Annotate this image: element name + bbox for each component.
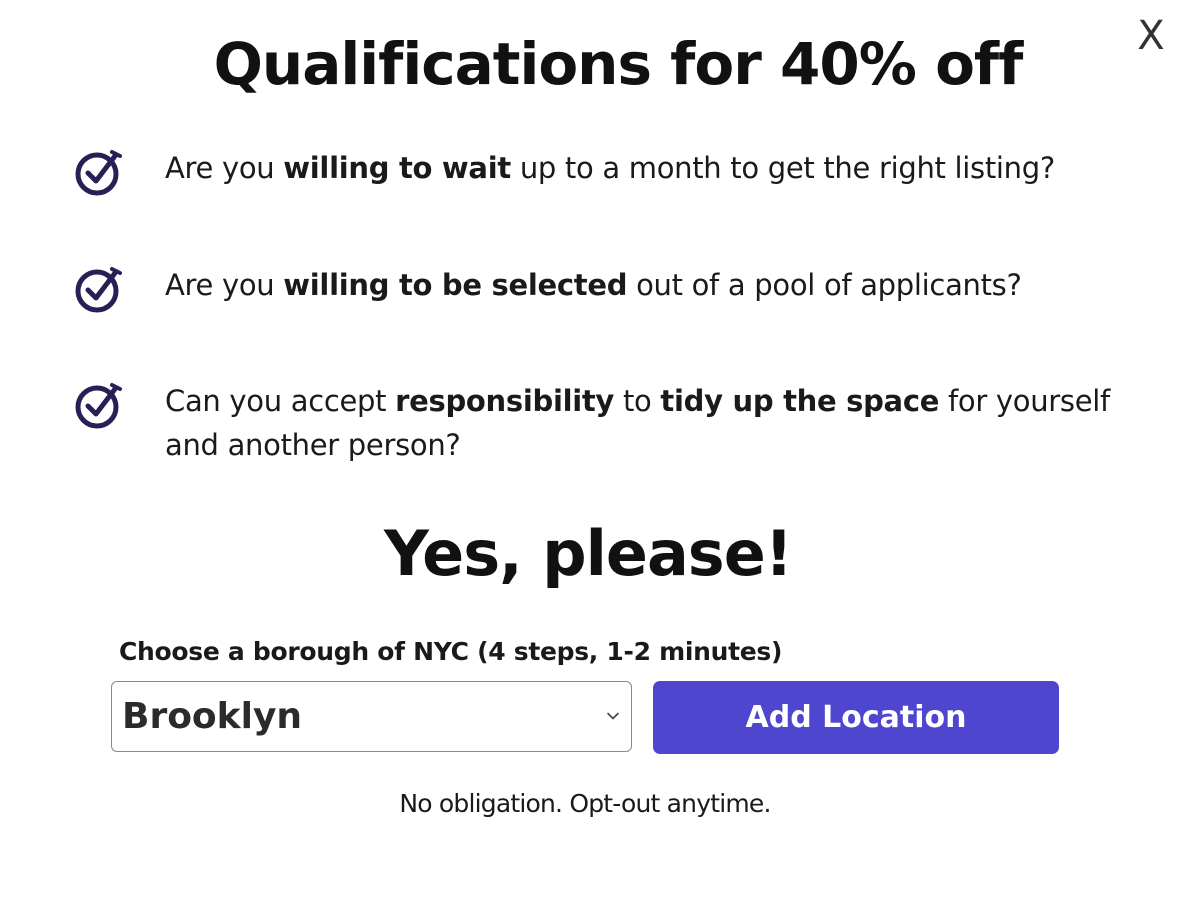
add-location-button[interactable]: Add Location (653, 681, 1059, 754)
qualification-text: Can you accept responsibility to tidy up… (165, 384, 1110, 462)
qualifications-modal: X Qualifications for 40% off Are you wil… (0, 0, 1200, 919)
check-circle-icon (75, 267, 122, 313)
no-obligation-note: No obligation. Opt-out anytime. (399, 789, 771, 818)
check-circle-icon (75, 150, 122, 196)
chevron-down-icon (607, 712, 619, 720)
check-circle-icon (75, 383, 122, 429)
borough-label: Choose a borough of NYC (4 steps, 1-2 mi… (119, 637, 783, 666)
borough-select[interactable]: Brooklyn (111, 681, 632, 752)
modal-title: Qualifications for 40% off (213, 30, 1024, 98)
qualification-text: Are you willing to wait up to a month to… (165, 151, 1055, 185)
qualification-text: Are you willing to be selected out of a … (165, 268, 1022, 302)
borough-select-value: Brooklyn (122, 696, 303, 737)
cta-heading: Yes, please! (383, 517, 793, 590)
